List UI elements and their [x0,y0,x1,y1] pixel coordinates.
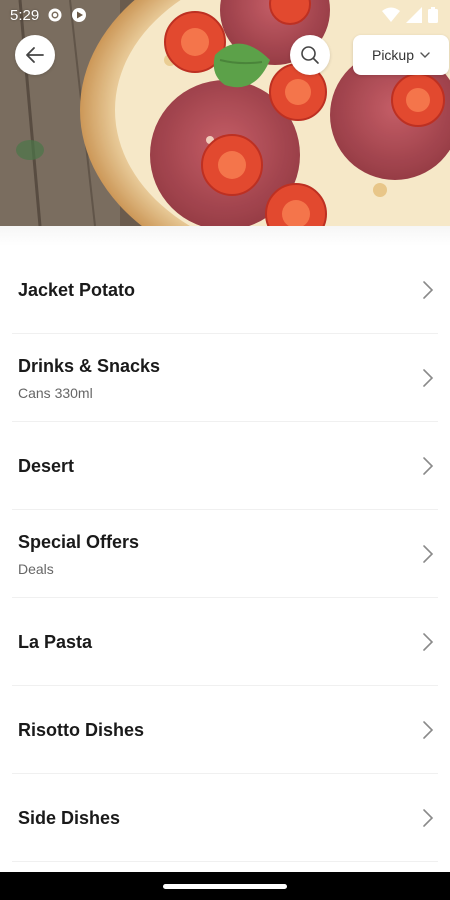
play-icon [72,8,87,22]
status-time: 5:29 [10,6,40,24]
chevron-down-icon [420,52,430,58]
signal-icon [406,7,422,23]
category-title: Drinks & Snacks [18,355,161,376]
order-mode-select[interactable]: Pickup [353,35,449,75]
category-item-drinks-snacks[interactable]: Drinks & Snacks Cans 330ml [0,334,450,422]
category-title: Risotto Dishes [18,719,145,740]
category-title: Special Offers [18,531,140,552]
category-title: La Pasta [18,631,93,652]
chevron-right-icon [423,633,434,651]
list-top-shadow [0,226,450,246]
search-button[interactable] [290,35,330,75]
battery-icon [428,7,438,23]
pizza-illustration [0,0,450,226]
category-list: Jacket Potato Drinks & Snacks Cans 330ml… [0,226,450,872]
chevron-right-icon [423,281,434,299]
wifi-icon [382,7,400,22]
chevron-right-icon [423,545,434,563]
status-bar: 5:29 [0,0,450,30]
order-mode-label: Pickup [371,47,415,63]
chevron-right-icon [423,809,434,827]
system-navigation-bar [0,872,450,900]
search-icon [301,46,319,64]
category-title: Jacket Potato [18,279,136,300]
chevron-right-icon [423,721,434,739]
category-subtitle: Deals [18,560,54,577]
chevron-right-icon [423,457,434,475]
category-item-jacket-potato[interactable]: Jacket Potato [0,246,450,334]
chevron-right-icon [423,369,434,387]
home-indicator[interactable] [163,883,287,889]
back-button[interactable] [15,35,55,75]
category-title: Desert [18,455,75,476]
category-subtitle: Cans 330ml [18,384,93,401]
category-item-special-offers[interactable]: Special Offers Deals [0,510,450,598]
category-item-la-pasta[interactable]: La Pasta [0,598,450,686]
category-title: Side Dishes [18,807,121,828]
category-item-desert[interactable]: Desert [0,422,450,510]
settings-icon [48,8,62,22]
category-item-side-dishes[interactable]: Side Dishes [0,774,450,862]
header-image [0,0,450,226]
category-item-risotto-dishes[interactable]: Risotto Dishes [0,686,450,774]
arrow-left-icon [26,47,44,63]
